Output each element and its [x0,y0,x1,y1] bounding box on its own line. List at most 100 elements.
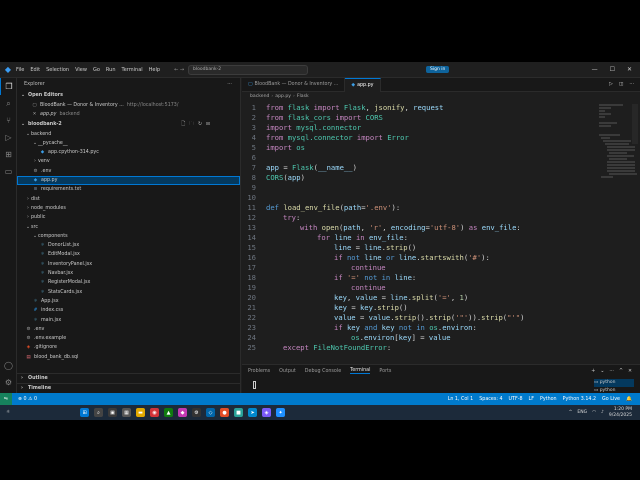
search-icon[interactable]: ⌕ [94,408,104,417]
folder-item[interactable]: ⌄ src [17,223,240,232]
sign-in-button[interactable]: Sign in [426,66,450,73]
panel-tab-terminal[interactable]: Terminal [350,368,371,374]
code-line[interactable]: 13 with open(path, 'r', encoding='utf-8')… [242,223,592,233]
editor-scrollbar[interactable] [632,104,638,144]
code-line[interactable]: 17 continue [242,263,592,273]
source-control-icon[interactable]: ⑂ [0,112,17,129]
app-icon[interactable]: ◆ [178,408,188,417]
new-file-icon[interactable]: 🗋 [181,120,185,130]
app-icon[interactable]: ◉ [150,408,160,417]
breadcrumb-item[interactable]: app.py [275,94,291,99]
explorer-icon[interactable]: ❐ [0,78,17,95]
project-folder-header[interactable]: ⌄ bloodbank-2 🗋 🗀 ↻ ⊟ [17,120,240,130]
open-editor-item[interactable]: ▢ BloodBank — Donor & Inventory ... http:/… [17,101,240,110]
widgets-icon[interactable]: ▦ [122,408,132,417]
code-line[interactable]: 2 from flask_cors import CORS [242,113,592,123]
file-item[interactable]: ▤ blood_bank_db.sql [17,353,240,362]
file-item[interactable]: ◆ app.py [17,176,240,186]
browser-icon[interactable]: ● [220,408,230,417]
app-icon[interactable]: ◈ [262,408,272,417]
language-indicator[interactable]: ENG [577,410,587,415]
folder-item[interactable]: ⌄ backend [17,130,240,139]
settings-icon[interactable]: ⚙ [192,408,202,417]
weather-widget[interactable]: ☼ [6,410,10,415]
search-icon[interactable]: ⌕ [0,95,17,112]
cursor-position[interactable]: Ln 1, Col 1 [448,397,474,402]
code-line[interactable]: 22 value = value.strip().strip('"')).stri… [242,313,592,323]
add-terminal-icon[interactable]: + [591,369,595,374]
menu-item-go[interactable]: Go [93,67,100,73]
code-line[interactable]: 16 if not line or line.startswith('#'): [242,253,592,263]
vscode-taskbar-icon[interactable]: ◇ [206,408,216,417]
open-editor-item[interactable]: ✕ app.py backend [17,110,240,119]
code-line[interactable]: 25 except FileNotFoundError: [242,343,592,353]
maximize-panel-icon[interactable]: ^ [619,369,623,374]
chevron-up-icon[interactable]: ^ [569,410,573,415]
file-item[interactable]: ◆ app.cpython-314.pyc [17,148,240,157]
file-item[interactable]: ⚛ Navbar.jsx [17,269,240,278]
panel-tab-output[interactable]: Output [279,369,296,374]
file-item[interactable]: ⚙ .env [17,167,240,176]
code-line[interactable]: 11 def load_env_file(path='.env'): [242,203,592,213]
task-view-icon[interactable]: ▣ [108,408,118,417]
run-debug-icon[interactable]: ▷ [0,129,17,146]
code-line[interactable]: 10 [242,193,592,203]
more-actions-icon[interactable]: ··· [629,78,634,91]
menu-item-view[interactable]: View [75,67,87,73]
file-item[interactable]: ⚛ EditModal.jsx [17,250,240,259]
close-panel-icon[interactable]: ✕ [628,369,632,374]
panel-tab-ports[interactable]: Ports [379,369,391,374]
code-line[interactable]: 14 for line in env_file: [242,233,592,243]
telegram-icon[interactable]: ➤ [248,408,258,417]
code-line[interactable]: 19 continue [242,283,592,293]
code-line[interactable]: 3 import mysql.connector [242,123,592,133]
code-line[interactable]: 9 [242,183,592,193]
code-line[interactable]: 15 line = line.strip() [242,243,592,253]
nav-arrows[interactable]: ← → [174,67,184,73]
breadcrumb-item[interactable]: Flask [297,94,309,99]
language-mode[interactable]: Python [540,397,557,402]
code-editor[interactable]: 1 from flask import Flask, jsonify, reque… [242,103,592,365]
folder-item[interactable]: › venv [17,157,240,166]
code-line[interactable]: 6 [242,153,592,163]
code-line[interactable]: 12 try: [242,213,592,223]
code-line[interactable]: 24 os.environ[key] = value [242,333,592,343]
panel-tab-debug-console[interactable]: Debug Console [305,369,341,374]
code-line[interactable]: 7 app = Flask(__name__) [242,163,592,173]
command-center-search[interactable]: bloodbank-2 [188,64,309,75]
new-folder-icon[interactable]: 🗀 [189,120,194,130]
code-line[interactable]: 5 import os [242,143,592,153]
collapse-all-icon[interactable]: ⊟ [206,120,210,130]
open-editors-header[interactable]: ⌄ Open Editors [17,91,240,101]
app-icon[interactable]: ✦ [276,408,286,417]
editor-tab[interactable]: ◆ app.py [345,78,381,92]
go-live-button[interactable]: Go Live [602,397,620,402]
file-item[interactable]: ⚛ RegisterModal.jsx [17,278,240,287]
file-explorer-icon[interactable]: ▬ [136,408,146,417]
code-line[interactable]: 20 key, value = line.split('=', 1) [242,293,592,303]
folder-item[interactable]: › node_modules [17,204,240,213]
app-icon[interactable]: ■ [234,408,244,417]
file-item[interactable]: ≡ requirements.txt [17,185,240,194]
folder-item[interactable]: ⌄ components [17,232,240,241]
file-item[interactable]: ⚙ .env.example [17,334,240,343]
menu-item-file[interactable]: File [16,67,24,73]
minimize-icon[interactable]: — [592,66,598,73]
file-item[interactable]: ⚙ .env [17,325,240,334]
bell-icon[interactable]: 🔔 [626,397,632,402]
code-line[interactable]: 23 if key and key not in os.environ: [242,323,592,333]
code-line[interactable]: 21 key = key.strip() [242,303,592,313]
file-item[interactable]: ⚛ main.jsx [17,316,240,325]
more-actions-icon[interactable]: ··· [609,369,614,374]
end-of-line[interactable]: LF [529,397,534,402]
menu-item-help[interactable]: Help [149,67,160,73]
split-editor-icon[interactable]: ◫ [619,78,624,91]
timeline-header[interactable]: › Timeline [17,383,241,393]
remote-icon[interactable]: ⇋ [0,393,12,405]
encoding[interactable]: UTF-8 [509,397,523,402]
app-icon[interactable]: ▲ [164,408,174,417]
outline-header[interactable]: › Outline [17,373,241,383]
start-icon[interactable]: ⊞ [80,408,90,417]
maximize-icon[interactable]: ☐ [610,66,615,73]
file-item[interactable]: # index.css [17,306,240,315]
